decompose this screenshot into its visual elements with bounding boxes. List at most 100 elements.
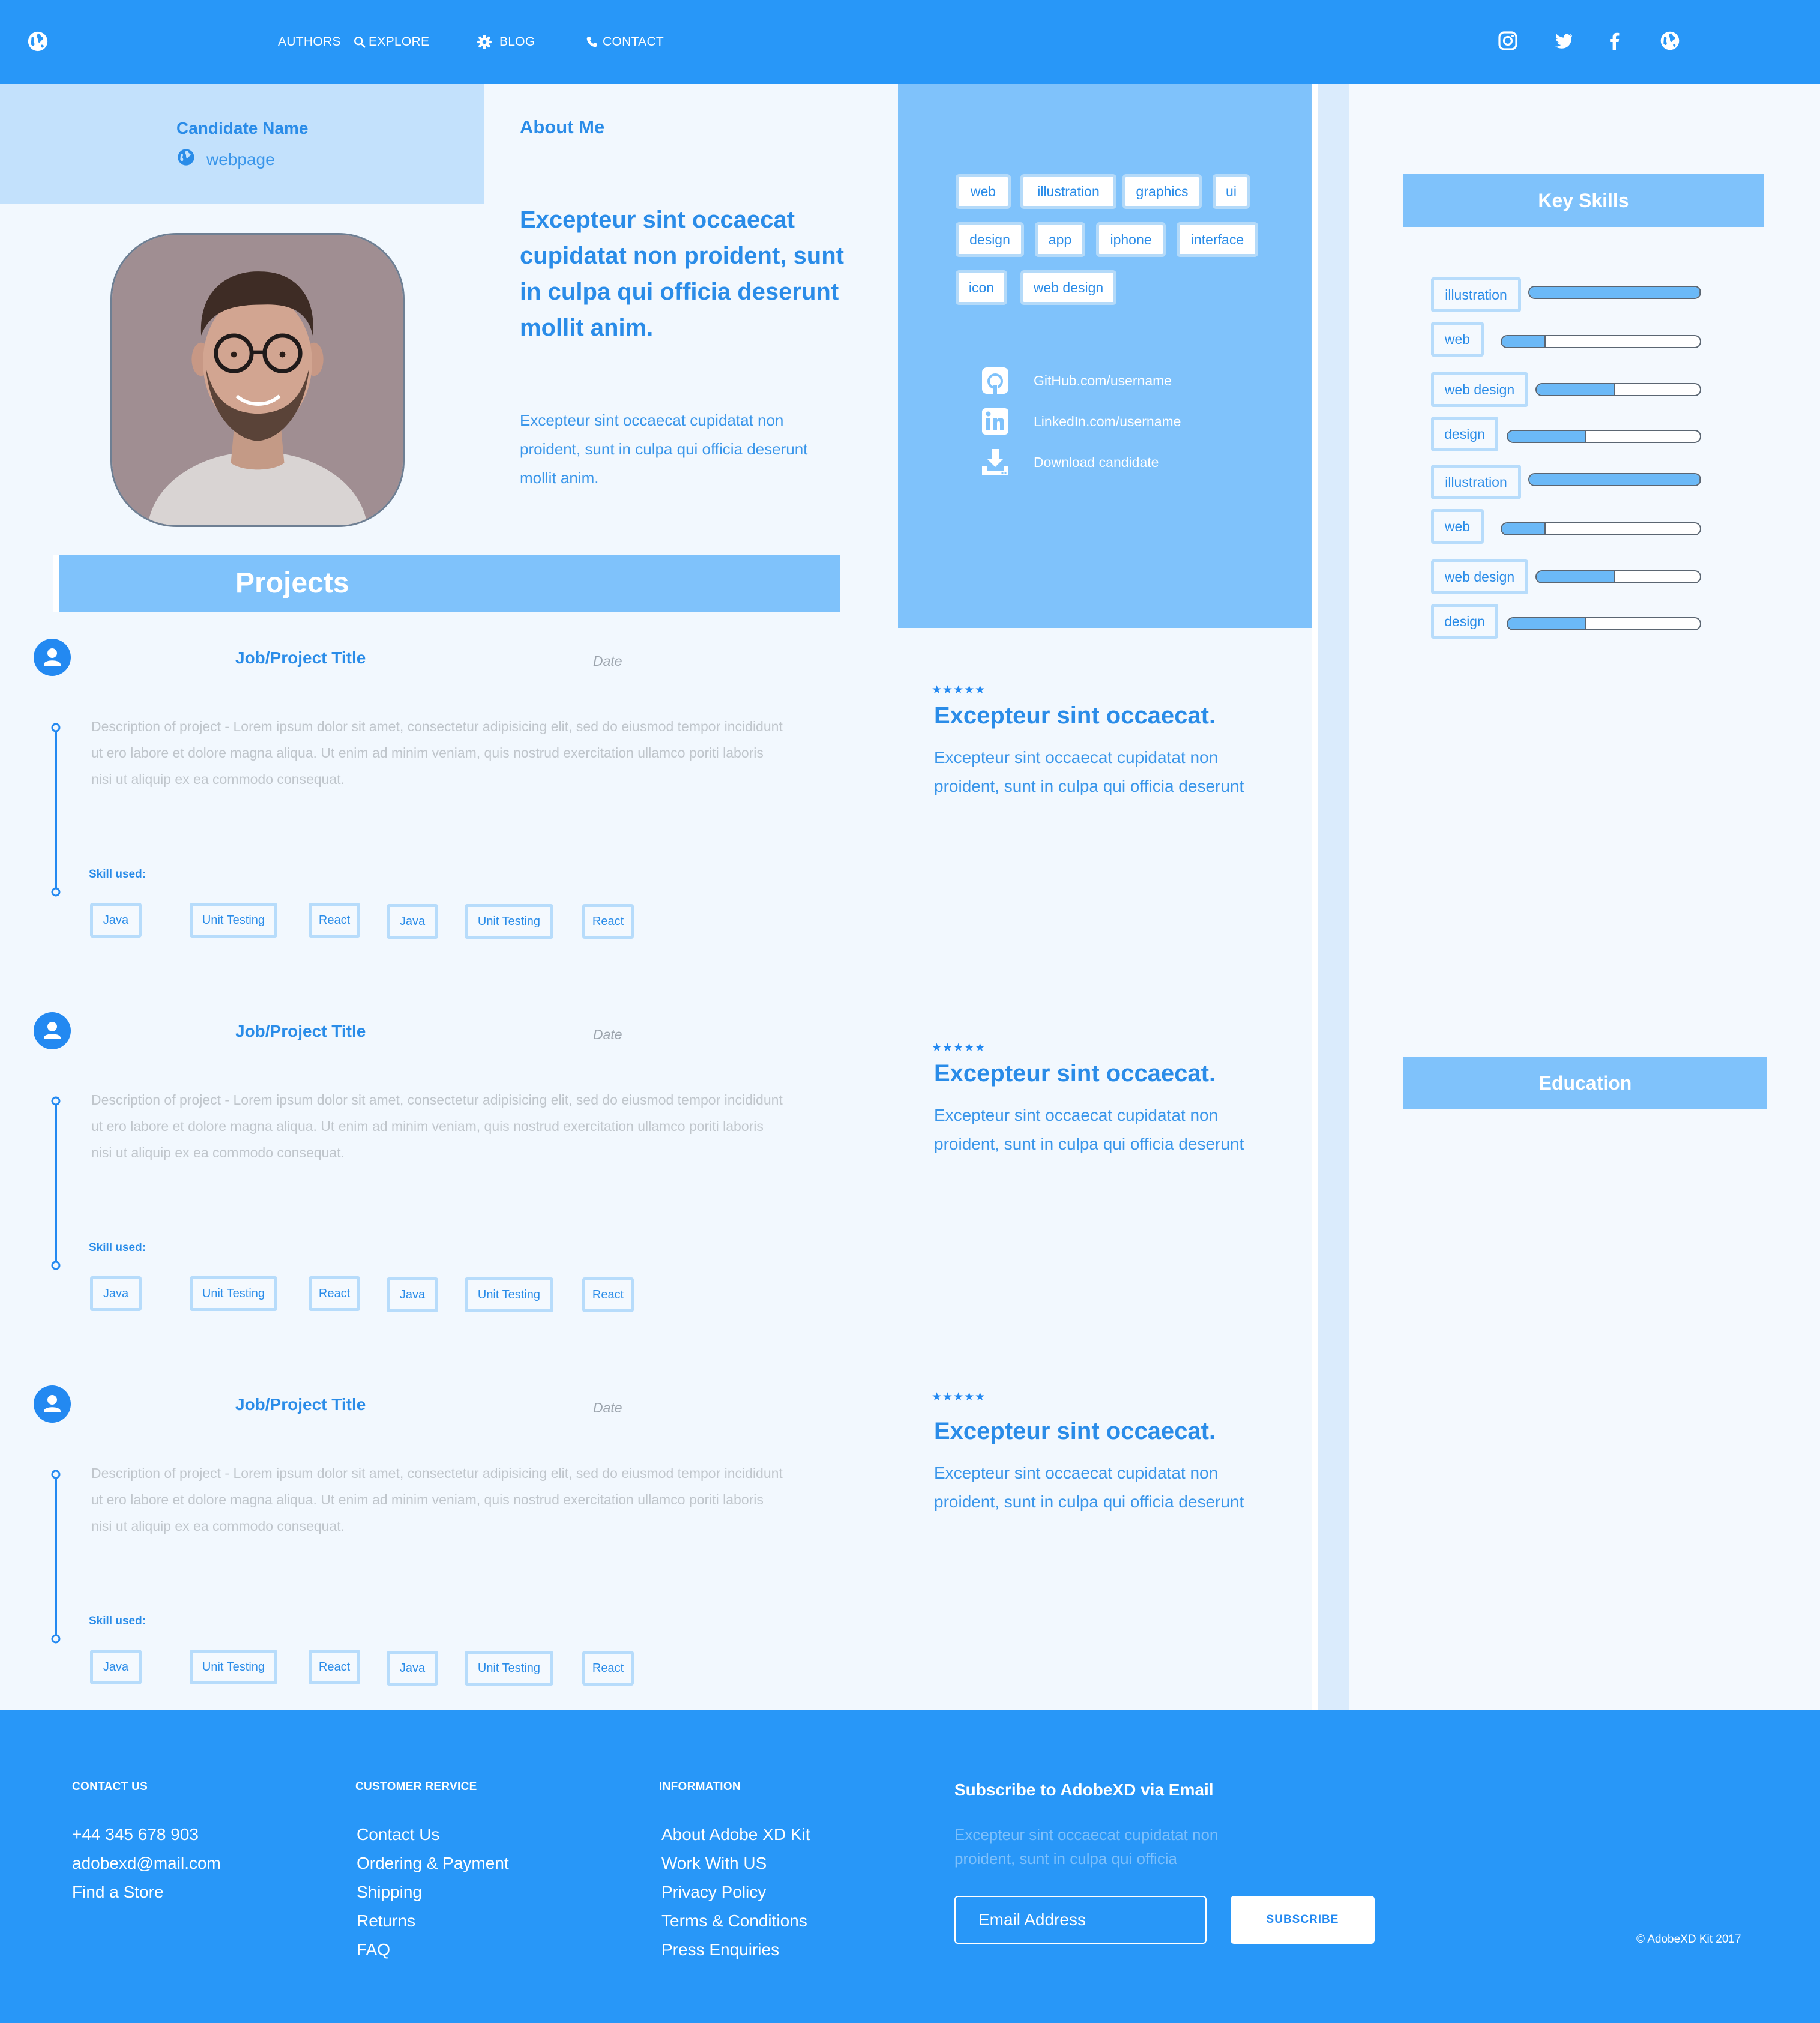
project-timeline xyxy=(50,723,61,897)
key-skill-label: design xyxy=(1431,417,1498,451)
download-candidate-link[interactable]: Download candidate xyxy=(981,448,1159,477)
footer-email-link[interactable]: adobexd@mail.com xyxy=(72,1854,221,1873)
nav-contact-label: CONTACT xyxy=(603,35,664,49)
nav-explore-link[interactable]: EXPLORE xyxy=(353,34,429,50)
github-link-label: GitHub.com/username xyxy=(1034,372,1172,388)
footer-link[interactable]: Shipping xyxy=(357,1883,422,1902)
nav-blog-link[interactable]: BLOG xyxy=(477,34,535,50)
footer-link[interactable]: Contact Us xyxy=(357,1825,440,1844)
rating-stars: ★★★★★ xyxy=(932,1391,986,1403)
projects-heading: Projects xyxy=(235,567,349,599)
key-skill-bar xyxy=(1501,335,1701,348)
skill-chip: React xyxy=(582,1277,634,1312)
key-skill-label: web xyxy=(1431,509,1484,544)
skill-chip: Unit Testing xyxy=(190,1276,277,1311)
key-skill-label: illustration xyxy=(1431,277,1521,312)
tag-chip[interactable]: app xyxy=(1035,222,1085,257)
footer-link[interactable]: About Adobe XD Kit xyxy=(661,1825,810,1844)
instagram-icon[interactable] xyxy=(1497,30,1519,52)
footer-information-heading: INFORMATION xyxy=(659,1780,741,1793)
key-skill-bar xyxy=(1507,617,1701,630)
key-skill-bar-fill xyxy=(1508,431,1587,442)
email-address-input[interactable] xyxy=(954,1896,1207,1944)
tag-chip[interactable]: graphics xyxy=(1122,174,1202,209)
user-avatar-icon xyxy=(34,639,71,676)
candidate-webpage-link[interactable]: webpage xyxy=(176,148,275,171)
key-skill-bar xyxy=(1507,430,1701,443)
project-title[interactable]: Job/Project Title xyxy=(235,1022,366,1041)
gear-icon xyxy=(477,34,492,50)
download-candidate-label: Download candidate xyxy=(1034,454,1159,470)
key-skill-bar xyxy=(1535,383,1701,396)
key-skill-label: web xyxy=(1431,322,1484,357)
skill-chip: React xyxy=(582,904,634,939)
tag-chip[interactable]: icon xyxy=(956,270,1007,305)
candidate-photo xyxy=(110,233,405,527)
nav-contact-link[interactable]: CONTACT xyxy=(586,34,664,50)
tag-chip[interactable]: iphone xyxy=(1096,222,1166,257)
key-skill-bar-fill xyxy=(1502,336,1546,347)
skills-used-label: Skill used: xyxy=(89,1615,146,1627)
download-icon xyxy=(981,448,1010,477)
globe-icon[interactable] xyxy=(1659,30,1681,52)
user-avatar-icon xyxy=(34,1012,71,1049)
rating-stars: ★★★★★ xyxy=(932,684,986,696)
subscribe-heading: Subscribe to AdobeXD via Email xyxy=(954,1780,1214,1799)
sidebar-panel xyxy=(1349,84,1820,1710)
skill-chip: Unit Testing xyxy=(190,903,277,938)
subscribe-description: Excepteur sint occaecat cupidatat non pr… xyxy=(954,1826,1219,1868)
project-description: Description of project - Lorem ipsum dol… xyxy=(91,1465,783,1534)
twitter-icon[interactable] xyxy=(1552,30,1574,52)
subscribe-button[interactable]: SUBSCRIBE xyxy=(1231,1896,1375,1944)
tag-chip[interactable]: design xyxy=(956,222,1024,257)
tag-chip[interactable]: web design xyxy=(1020,270,1116,305)
skill-chip: React xyxy=(309,1650,360,1684)
key-skill-bar-fill xyxy=(1537,384,1615,395)
candidate-webpage-label: webpage xyxy=(206,149,275,169)
top-navigation-bar xyxy=(0,0,1820,84)
skill-chip: Unit Testing xyxy=(465,904,553,939)
nav-authors-link[interactable]: AUTHORS xyxy=(278,34,341,50)
tag-chip[interactable]: ui xyxy=(1213,174,1250,209)
skill-chip: Java xyxy=(387,1277,438,1312)
skills-used-label: Skill used: xyxy=(89,868,146,881)
linkedin-link[interactable]: LinkedIn.com/username xyxy=(981,407,1181,436)
rating-stars: ★★★★★ xyxy=(932,1042,986,1054)
logo-globe-icon[interactable] xyxy=(26,30,49,53)
footer-link[interactable]: Terms & Conditions xyxy=(661,1911,807,1931)
nav-explore-label: EXPLORE xyxy=(369,35,430,49)
project-timeline xyxy=(50,1096,61,1270)
footer-contact-heading: CONTACT US xyxy=(72,1780,148,1793)
phone-icon xyxy=(586,36,598,48)
tag-chip[interactable]: illustration xyxy=(1020,174,1116,209)
key-skill-label: web design xyxy=(1431,372,1528,407)
tag-chip[interactable]: web xyxy=(956,174,1011,209)
skills-used-label: Skill used: xyxy=(89,1241,146,1254)
review-title: Excepteur sint occaecat. xyxy=(934,702,1216,729)
education-heading: Education xyxy=(1403,1057,1767,1109)
facebook-icon[interactable] xyxy=(1604,30,1626,52)
key-skill-label: web design xyxy=(1431,559,1528,594)
nav-blog-label: BLOG xyxy=(499,35,535,49)
github-link[interactable]: GitHub.com/username xyxy=(981,366,1172,395)
project-description: Description of project - Lorem ipsum dol… xyxy=(91,719,783,787)
footer-find-store-link[interactable]: Find a Store xyxy=(72,1883,164,1902)
copyright-text: © AdobeXD Kit 2017 xyxy=(1636,1933,1741,1946)
footer-link[interactable]: FAQ xyxy=(357,1940,390,1959)
tag-chip[interactable]: interface xyxy=(1177,222,1258,257)
review-title: Excepteur sint occaecat. xyxy=(934,1418,1216,1444)
footer-link[interactable]: Returns xyxy=(357,1911,415,1931)
project-date: Date xyxy=(593,653,622,669)
footer-link[interactable]: Press Enquiries xyxy=(661,1940,779,1959)
footer-link[interactable]: Privacy Policy xyxy=(661,1883,766,1902)
project-title[interactable]: Job/Project Title xyxy=(235,1395,366,1414)
key-skill-bar-fill xyxy=(1529,474,1700,485)
project-date: Date xyxy=(593,1027,622,1042)
footer-link[interactable]: Ordering & Payment xyxy=(357,1854,509,1873)
project-title[interactable]: Job/Project Title xyxy=(235,648,366,668)
footer-link[interactable]: Work With US xyxy=(661,1854,767,1873)
column-separator xyxy=(1318,84,1349,1710)
projects-banner xyxy=(59,555,840,612)
key-skill-label: illustration xyxy=(1431,465,1521,499)
globe-icon xyxy=(176,148,196,171)
